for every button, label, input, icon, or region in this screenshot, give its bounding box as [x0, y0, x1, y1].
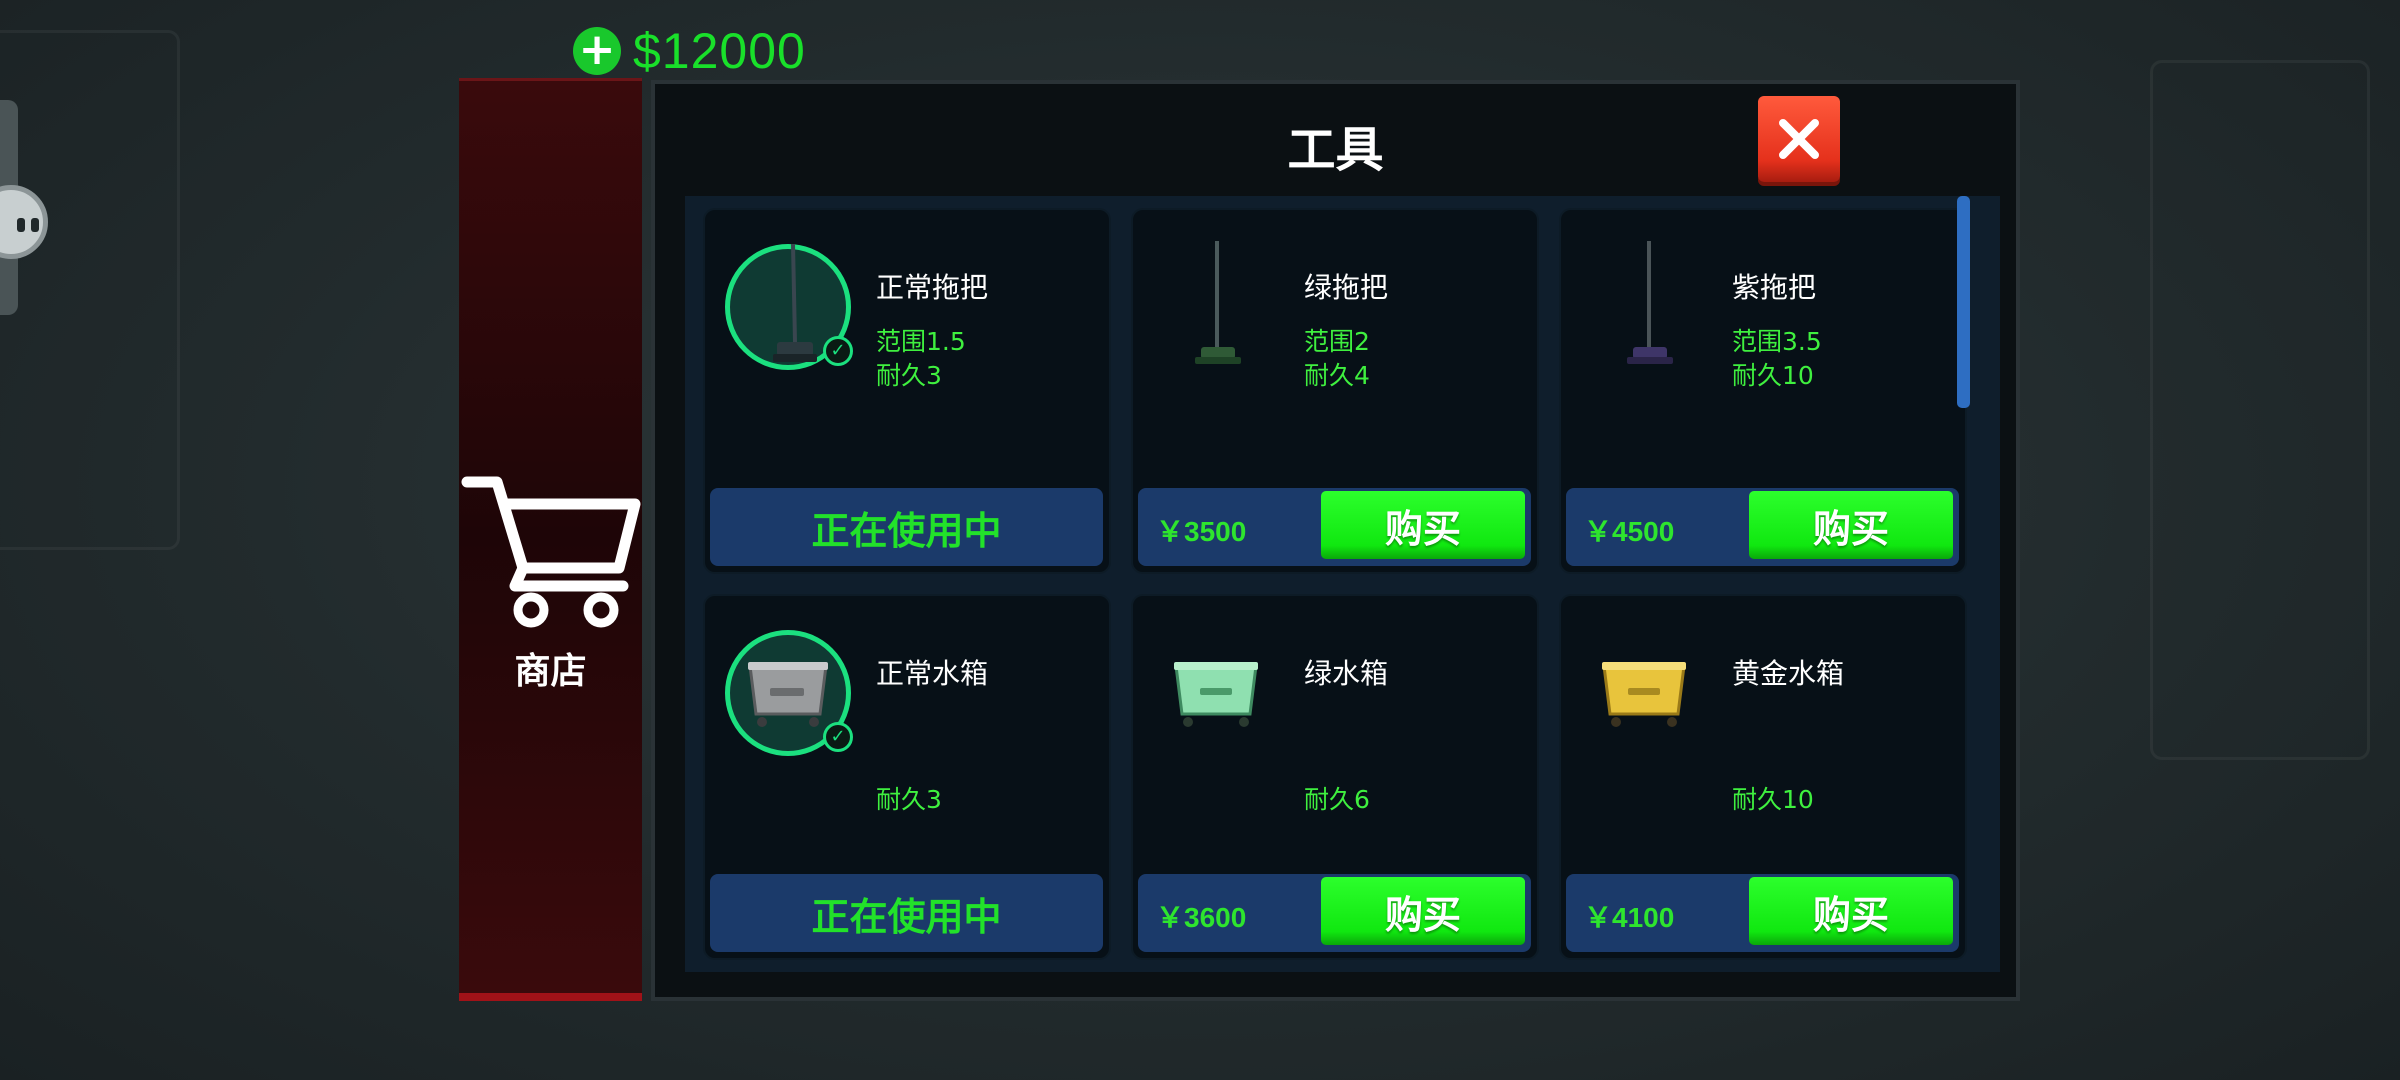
item-range: 范围3.5	[1732, 327, 1822, 356]
item-thumbnail[interactable]	[1581, 630, 1707, 756]
in-use-button[interactable]: 正在使用中	[710, 488, 1103, 566]
item-card: 绿水箱 耐久6 ￥3600 购买	[1131, 594, 1539, 960]
item-thumbnail[interactable]	[1581, 241, 1707, 370]
item-range: 范围2	[1304, 327, 1370, 356]
item-name: 绿拖把	[1304, 271, 1389, 304]
list-scrollbar[interactable]	[1957, 196, 1970, 408]
close-icon	[1779, 119, 1819, 159]
item-thumbnail[interactable]	[1153, 241, 1279, 370]
item-thumbnail[interactable]: ✓	[725, 630, 853, 756]
buy-button[interactable]: 购买	[1321, 491, 1525, 559]
item-durability: 耐久10	[1732, 361, 1814, 390]
water-tank-icon	[1174, 662, 1258, 727]
close-button[interactable]	[1758, 96, 1840, 182]
background-pipe	[0, 30, 180, 550]
item-card: ✓ 正常拖把 范围1.5 耐久3 正在使用中	[703, 208, 1111, 574]
item-card: ✓ 正常水箱 耐久3 正在使用中	[703, 594, 1111, 960]
water-tank-icon	[1602, 662, 1686, 727]
mop-icon	[773, 243, 817, 362]
item-durability: 耐久10	[1732, 785, 1814, 814]
buy-button[interactable]: 购买	[1749, 877, 1953, 945]
item-name: 黄金水箱	[1732, 657, 1845, 690]
water-tank-icon	[748, 662, 828, 727]
mop-icon	[1195, 241, 1241, 364]
shopping-cart-icon	[461, 476, 640, 628]
equipped-check-icon: ✓	[823, 336, 853, 366]
item-durability: 耐久3	[876, 361, 942, 390]
shop-tab[interactable]: 商店	[459, 386, 642, 716]
item-thumbnail[interactable]	[1153, 630, 1279, 756]
shop-sidebar: 商店	[459, 78, 642, 1001]
item-price: ￥3500	[1156, 516, 1247, 547]
equipped-check-icon: ✓	[823, 722, 853, 752]
tools-panel: 工具 ✓ 正常拖把 范围1.5 耐久3 正在使用中 绿拖把 范围2 耐久4 ￥3…	[651, 80, 2020, 1001]
item-name: 正常拖把	[876, 271, 989, 304]
item-price: ￥3600	[1156, 902, 1247, 933]
item-price: ￥4100	[1584, 902, 1675, 933]
money-display: + $12000	[573, 22, 806, 80]
price-bar: ￥4100 购买	[1566, 874, 1959, 952]
item-name: 紫拖把	[1732, 271, 1817, 304]
item-durability: 耐久3	[876, 785, 942, 814]
item-range: 范围1.5	[876, 327, 966, 356]
background-pipe	[2150, 60, 2370, 760]
item-price: ￥4500	[1584, 516, 1675, 547]
in-use-button[interactable]: 正在使用中	[710, 874, 1103, 952]
item-thumbnail[interactable]: ✓	[725, 243, 853, 370]
item-card: 绿拖把 范围2 耐久4 ￥3500 购买	[1131, 208, 1539, 574]
mop-icon	[1627, 241, 1673, 364]
item-list[interactable]: ✓ 正常拖把 范围1.5 耐久3 正在使用中 绿拖把 范围2 耐久4 ￥3500…	[685, 196, 2000, 972]
price-bar: ￥3600 购买	[1138, 874, 1531, 952]
item-name: 正常水箱	[876, 657, 989, 690]
buy-button[interactable]: 购买	[1749, 491, 1953, 559]
shop-tab-label: 商店	[514, 651, 587, 692]
buy-button[interactable]: 购买	[1321, 877, 1525, 945]
item-name: 绿水箱	[1304, 657, 1389, 690]
money-amount: $12000	[633, 23, 806, 79]
add-money-button[interactable]: +	[573, 27, 621, 75]
price-bar: ￥4500 购买	[1566, 488, 1959, 566]
item-durability: 耐久4	[1304, 361, 1370, 390]
item-durability: 耐久6	[1304, 785, 1370, 814]
price-bar: ￥3500 购买	[1138, 488, 1531, 566]
item-card: 黄金水箱 耐久10 ￥4100 购买	[1559, 594, 1967, 960]
item-card: 紫拖把 范围3.5 耐久10 ￥4500 购买	[1559, 208, 1967, 574]
